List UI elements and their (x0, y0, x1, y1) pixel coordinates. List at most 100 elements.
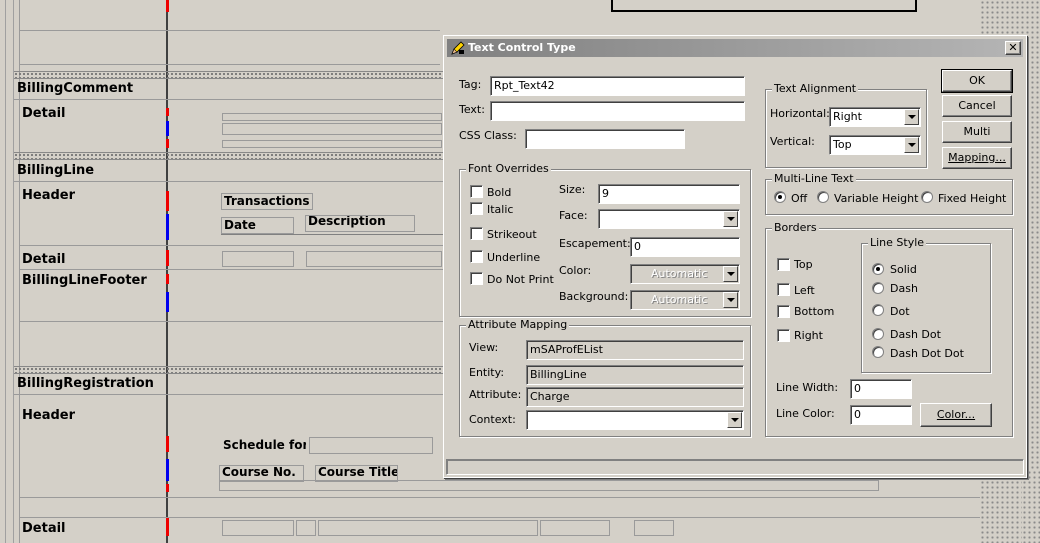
date-field[interactable]: Date (221, 217, 294, 234)
right-border-label[interactable]: Right (794, 329, 823, 342)
pencil-icon (450, 40, 466, 56)
multi-change-button[interactable]: Multi Change (942, 121, 1012, 158)
strikeout-label[interactable]: Strikeout (487, 228, 537, 241)
variable-height-label[interactable]: Variable Height (834, 192, 918, 205)
solid-radio[interactable] (872, 263, 884, 275)
report-field[interactable] (222, 251, 294, 267)
report-field[interactable] (296, 520, 316, 536)
vertical-select[interactable]: Top (829, 135, 921, 155)
text-input[interactable] (490, 101, 745, 121)
report-field[interactable] (318, 520, 538, 536)
band-label[interactable]: Header (22, 188, 75, 203)
top-border-checkbox[interactable] (777, 258, 790, 271)
escapement-input[interactable]: 0 (630, 237, 740, 257)
top-border-label[interactable]: Top (794, 258, 813, 271)
report-field[interactable] (222, 520, 294, 536)
report-field[interactable] (540, 520, 610, 536)
tag-input[interactable]: Rpt_Text42 (490, 76, 745, 96)
band-label[interactable]: Detail (22, 252, 66, 267)
line-style-title: Line Style (868, 236, 927, 249)
dot-radio[interactable] (872, 304, 884, 316)
band-label[interactable]: BillingLineFooter (22, 273, 147, 288)
off-radio[interactable] (774, 191, 786, 203)
line-width-input[interactable]: 0 (850, 379, 912, 399)
size-input[interactable]: 9 (598, 184, 740, 204)
text-label: Text: (459, 103, 485, 116)
mapping-button[interactable]: Mapping... (942, 147, 1012, 169)
left-border-checkbox[interactable] (777, 283, 790, 296)
chevron-down-icon[interactable] (723, 211, 738, 227)
report-field[interactable] (222, 123, 442, 135)
do-not-print-label[interactable]: Do Not Print (487, 273, 554, 286)
section-billingregistration[interactable]: BillingRegistration (17, 376, 154, 391)
dash-dot-radio[interactable] (872, 328, 884, 340)
bold-checkbox[interactable] (470, 185, 483, 198)
underline-label[interactable]: Underline (487, 251, 540, 264)
color-button[interactable]: Color... (920, 403, 992, 427)
dash-radio[interactable] (872, 282, 884, 294)
underline-checkbox[interactable] (470, 250, 483, 263)
section-billingline[interactable]: BillingLine (17, 163, 94, 178)
chevron-down-icon[interactable] (723, 266, 738, 282)
schedule-for-field[interactable]: Schedule for: (221, 438, 306, 455)
chevron-down-icon[interactable] (727, 412, 742, 428)
band-label[interactable]: Header (22, 408, 75, 423)
dotted-area-bottom (1022, 470, 1040, 543)
css-class-input[interactable] (525, 129, 685, 149)
css-class-label: CSS Class: (459, 129, 517, 142)
strikeout-checkbox[interactable] (470, 227, 483, 240)
ok-button[interactable]: OK (941, 69, 1013, 93)
attribute-label: Attribute: (469, 388, 522, 401)
chevron-down-icon[interactable] (723, 292, 738, 308)
solid-label[interactable]: Solid (890, 263, 917, 276)
color-select[interactable]: Automatic (630, 264, 740, 284)
off-label[interactable]: Off (791, 192, 807, 205)
variable-height-radio[interactable] (817, 191, 829, 203)
bottom-border-label[interactable]: Bottom (794, 305, 834, 318)
bold-label[interactable]: Bold (487, 186, 511, 199)
band-label[interactable]: Detail (22, 521, 66, 536)
description-field[interactable]: Description (305, 215, 415, 232)
dash-dot-label[interactable]: Dash Dot (890, 328, 941, 341)
report-field[interactable] (634, 520, 674, 536)
report-field[interactable] (309, 437, 433, 454)
dash-label[interactable]: Dash (890, 282, 918, 295)
report-field[interactable] (222, 113, 442, 121)
escapement-label: Escapement: (559, 237, 631, 250)
fixed-height-label[interactable]: Fixed Height (938, 192, 1006, 205)
do-not-print-checkbox[interactable] (470, 272, 483, 285)
report-field[interactable] (306, 251, 442, 267)
italic-checkbox[interactable] (470, 202, 483, 215)
report-field[interactable] (219, 480, 879, 491)
dot-label[interactable]: Dot (890, 305, 910, 318)
cancel-button[interactable]: Cancel (942, 95, 1012, 117)
italic-label[interactable]: Italic (487, 203, 513, 216)
text-alignment-title: Text Alignment (772, 82, 859, 95)
chevron-down-icon[interactable] (904, 109, 919, 125)
line-color-input[interactable]: 0 (850, 405, 912, 425)
report-field[interactable] (222, 140, 442, 148)
attribute-field: Charge (526, 387, 744, 407)
dialog-title-bar[interactable]: Text Control Type ✕ (447, 39, 1023, 57)
tag-label: Tag: (459, 78, 482, 91)
dash-dot-dot-label[interactable]: Dash Dot Dot (890, 347, 964, 360)
horizontal-label: Horizontal: (770, 107, 830, 120)
background-select[interactable]: Automatic (630, 290, 740, 310)
dash-dot-dot-radio[interactable] (872, 346, 884, 358)
context-select[interactable] (526, 410, 744, 430)
attribute-mapping-title: Attribute Mapping (466, 318, 570, 331)
band-label[interactable]: Detail (22, 106, 66, 121)
left-border-label[interactable]: Left (794, 284, 815, 297)
horizontal-select[interactable]: Right (829, 107, 921, 127)
bottom-border-checkbox[interactable] (777, 305, 790, 318)
section-billingcomment[interactable]: BillingComment (17, 81, 133, 96)
close-button[interactable]: ✕ (1005, 41, 1021, 55)
view-field: mSAProfEList (526, 340, 744, 360)
chevron-down-icon[interactable] (904, 137, 919, 153)
text-alignment-group: Text Alignment (765, 82, 927, 168)
face-select[interactable] (598, 209, 740, 229)
transactions-field[interactable]: Transactions (221, 193, 313, 210)
fixed-height-radio[interactable] (921, 191, 933, 203)
view-label: View: (469, 341, 499, 354)
right-border-checkbox[interactable] (777, 329, 790, 342)
